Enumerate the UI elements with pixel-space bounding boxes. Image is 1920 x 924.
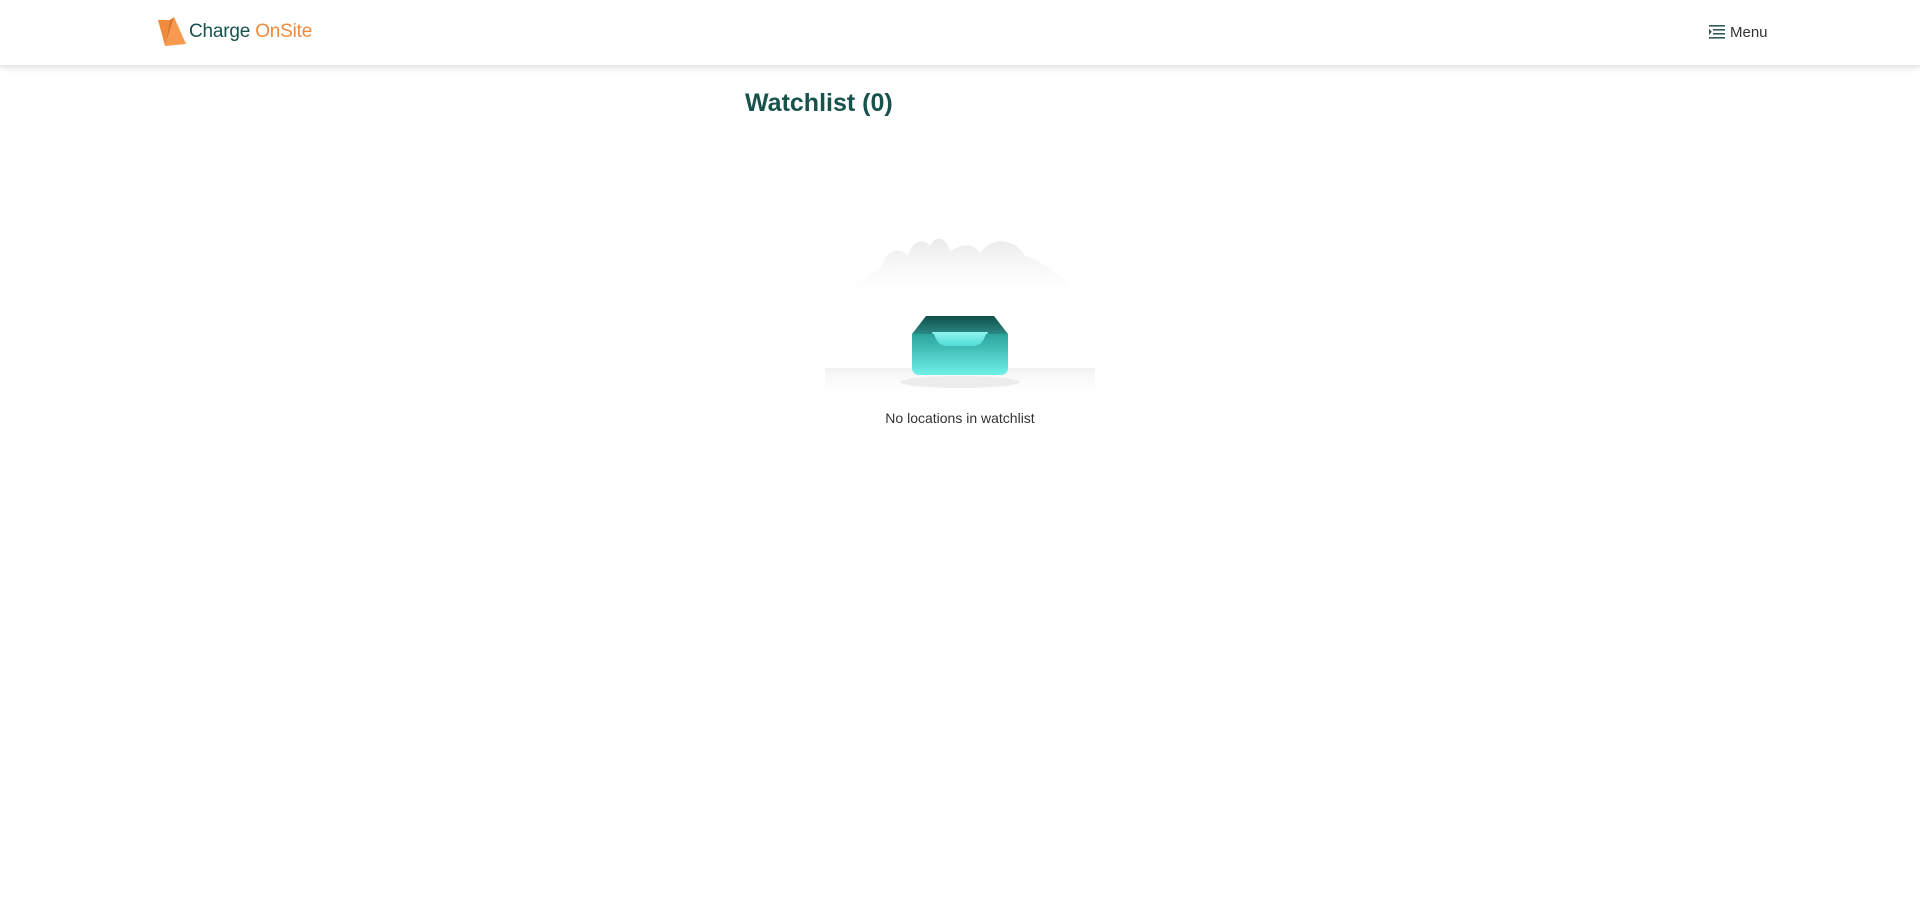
menu-button[interactable]: Menu <box>1709 21 1768 43</box>
top-navbar: Charge OnSite Menu <box>0 0 1920 66</box>
empty-state: No locations in watchlist <box>820 232 1100 437</box>
empty-inbox-tray-icon <box>825 238 1095 398</box>
logo-mark-icon <box>158 17 186 46</box>
brand-name-part1: Charge <box>189 21 251 42</box>
brand-name: Charge OnSite <box>189 17 312 47</box>
menu-lines-icon <box>1709 25 1725 39</box>
page-title: Watchlist (0) <box>745 89 893 117</box>
empty-state-message: No locations in watchlist <box>885 410 1035 426</box>
brand-name-part2: OnSite <box>255 21 313 42</box>
menu-label: Menu <box>1730 23 1768 41</box>
brand-logo[interactable]: Charge OnSite <box>158 17 312 47</box>
